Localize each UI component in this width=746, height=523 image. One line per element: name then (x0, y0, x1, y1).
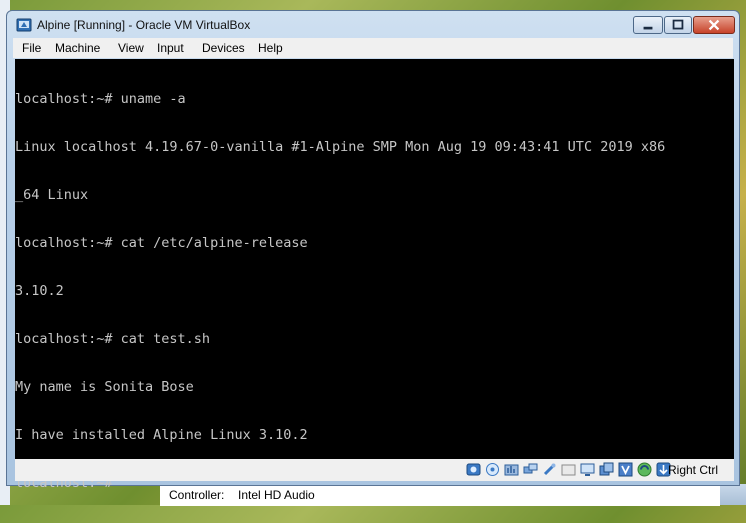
optical-drive-icon[interactable] (485, 462, 500, 477)
virtualization-icon[interactable] (618, 462, 633, 477)
menu-help[interactable]: Help (258, 41, 283, 55)
console-line: localhost:~# cat test.sh (15, 331, 211, 347)
background-window-edge (720, 484, 746, 505)
status-bar: Right Ctrl (15, 459, 734, 481)
video-capture-icon[interactable] (599, 462, 614, 477)
menu-input[interactable]: Input (157, 41, 184, 55)
close-icon (708, 19, 720, 31)
minimize-icon (643, 26, 653, 30)
console-line: localhost:~# uname -a (15, 91, 186, 107)
console-line: 3.10.2 (15, 283, 64, 299)
usb-icon[interactable] (542, 462, 557, 477)
console-line: localhost:~# cat /etc/alpine-release (15, 235, 308, 251)
shared-folders-icon[interactable] (561, 462, 576, 477)
vm-console-screen[interactable]: localhost:~# uname -a Linux localhost 4.… (15, 59, 734, 491)
vm-window: Alpine [Running] - Oracle VM VirtualBox … (6, 10, 740, 491)
console-line: My name is Sonita Bose (15, 379, 194, 395)
console-output: localhost:~# uname -a Linux localhost 4.… (15, 59, 665, 523)
virtualbox-app-icon (16, 17, 32, 33)
menu-machine[interactable]: Machine (55, 41, 100, 55)
host-key-label: Right Ctrl (668, 463, 719, 477)
menu-view[interactable]: View (118, 41, 144, 55)
mouse-integration-icon[interactable] (637, 462, 652, 477)
maximize-icon (672, 19, 684, 30)
display-icon[interactable] (580, 462, 595, 477)
close-button[interactable] (693, 16, 735, 34)
title-bar[interactable]: Alpine [Running] - Oracle VM VirtualBox (7, 11, 739, 38)
menu-devices[interactable]: Devices (202, 41, 245, 55)
console-line: I have installed Alpine Linux 3.10.2 (15, 427, 308, 443)
network-icon[interactable] (523, 462, 538, 477)
audio-icon[interactable] (504, 462, 519, 477)
menu-bar: File Machine View Input Devices Help (13, 38, 733, 58)
console-line: _64 Linux (15, 187, 89, 203)
console-line: Linux localhost 4.19.67-0-vanilla #1-Alp… (15, 139, 666, 155)
minimize-button[interactable] (633, 16, 663, 34)
maximize-button[interactable] (664, 16, 692, 34)
window-title: Alpine [Running] - Oracle VM VirtualBox (37, 18, 251, 32)
hard-disk-icon[interactable] (466, 462, 481, 477)
menu-file[interactable]: File (22, 41, 41, 55)
